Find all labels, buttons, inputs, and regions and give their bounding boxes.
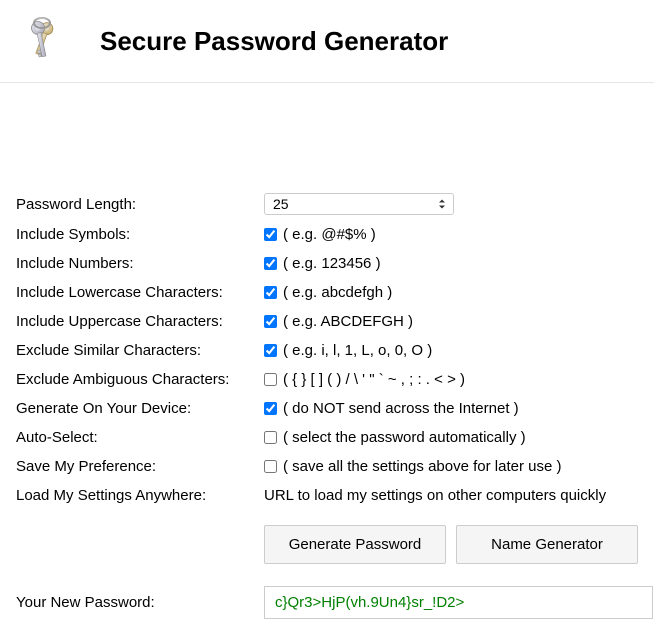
page-title: Secure Password Generator <box>100 26 448 57</box>
row-device: Generate On Your Device: ( do NOT send a… <box>16 398 638 418</box>
label-device: Generate On Your Device: <box>16 400 264 417</box>
label-load: Load My Settings Anywhere: <box>16 487 264 504</box>
row-autoselect: Auto-Select: ( select the password autom… <box>16 427 638 447</box>
generate-on-device-checkbox[interactable] <box>264 402 277 415</box>
exclude-similar-checkbox[interactable] <box>264 344 277 357</box>
label-similar: Exclude Similar Characters: <box>16 342 264 359</box>
name-generator-button[interactable]: Name Generator <box>456 525 638 564</box>
password-length-select[interactable]: 25 <box>264 193 454 215</box>
label-numbers: Include Numbers: <box>16 255 264 272</box>
row-save: Save My Preference: ( save all the setti… <box>16 456 638 476</box>
keys-icon <box>20 16 70 66</box>
row-length: Password Length: 25 <box>16 193 638 215</box>
row-load: Load My Settings Anywhere: URL to load m… <box>16 485 638 505</box>
generate-password-button[interactable]: Generate Password <box>264 525 446 564</box>
row-numbers: Include Numbers: ( e.g. 123456 ) <box>16 253 638 273</box>
row-uppercase: Include Uppercase Characters: ( e.g. ABC… <box>16 311 638 331</box>
row-symbols: Include Symbols: ( e.g. @#$% ) <box>16 224 638 244</box>
label-uppercase: Include Uppercase Characters: <box>16 313 264 330</box>
exclude-ambiguous-checkbox[interactable] <box>264 373 277 386</box>
form: Password Length: 25 Include Symbols: ( e… <box>0 83 654 644</box>
hint-lowercase: ( e.g. abcdefgh ) <box>283 284 392 301</box>
hint-autoselect: ( select the password automatically ) <box>283 429 526 446</box>
label-autoselect: Auto-Select: <box>16 429 264 446</box>
hint-device: ( do NOT send across the Internet ) <box>283 400 519 417</box>
row-lowercase: Include Lowercase Characters: ( e.g. abc… <box>16 282 638 302</box>
load-settings-text: URL to load my settings on other compute… <box>264 487 606 504</box>
label-ambiguous: Exclude Ambiguous Characters: <box>16 371 264 388</box>
include-uppercase-checkbox[interactable] <box>264 315 277 328</box>
hint-uppercase: ( e.g. ABCDEFGH ) <box>283 313 413 330</box>
include-lowercase-checkbox[interactable] <box>264 286 277 299</box>
hint-ambiguous: ( { } [ ] ( ) / \ ' " ` ~ , ; : . < > ) <box>283 371 465 388</box>
save-preference-checkbox[interactable] <box>264 460 277 473</box>
label-lowercase: Include Lowercase Characters: <box>16 284 264 301</box>
include-numbers-checkbox[interactable] <box>264 257 277 270</box>
include-symbols-checkbox[interactable] <box>264 228 277 241</box>
auto-select-checkbox[interactable] <box>264 431 277 444</box>
password-output[interactable] <box>264 586 653 619</box>
header: Secure Password Generator <box>0 0 654 83</box>
label-length: Password Length: <box>16 196 264 213</box>
hint-numbers: ( e.g. 123456 ) <box>283 255 381 272</box>
hint-similar: ( e.g. i, l, 1, L, o, 0, O ) <box>283 342 432 359</box>
hint-symbols: ( e.g. @#$% ) <box>283 226 376 243</box>
button-row: Generate Password Name Generator <box>264 525 638 564</box>
label-symbols: Include Symbols: <box>16 226 264 243</box>
row-similar: Exclude Similar Characters: ( e.g. i, l,… <box>16 340 638 360</box>
label-save: Save My Preference: <box>16 458 264 475</box>
hint-save: ( save all the settings above for later … <box>283 458 561 475</box>
row-output: Your New Password: <box>16 586 638 619</box>
label-output: Your New Password: <box>16 594 264 611</box>
row-ambiguous: Exclude Ambiguous Characters: ( { } [ ] … <box>16 369 638 389</box>
